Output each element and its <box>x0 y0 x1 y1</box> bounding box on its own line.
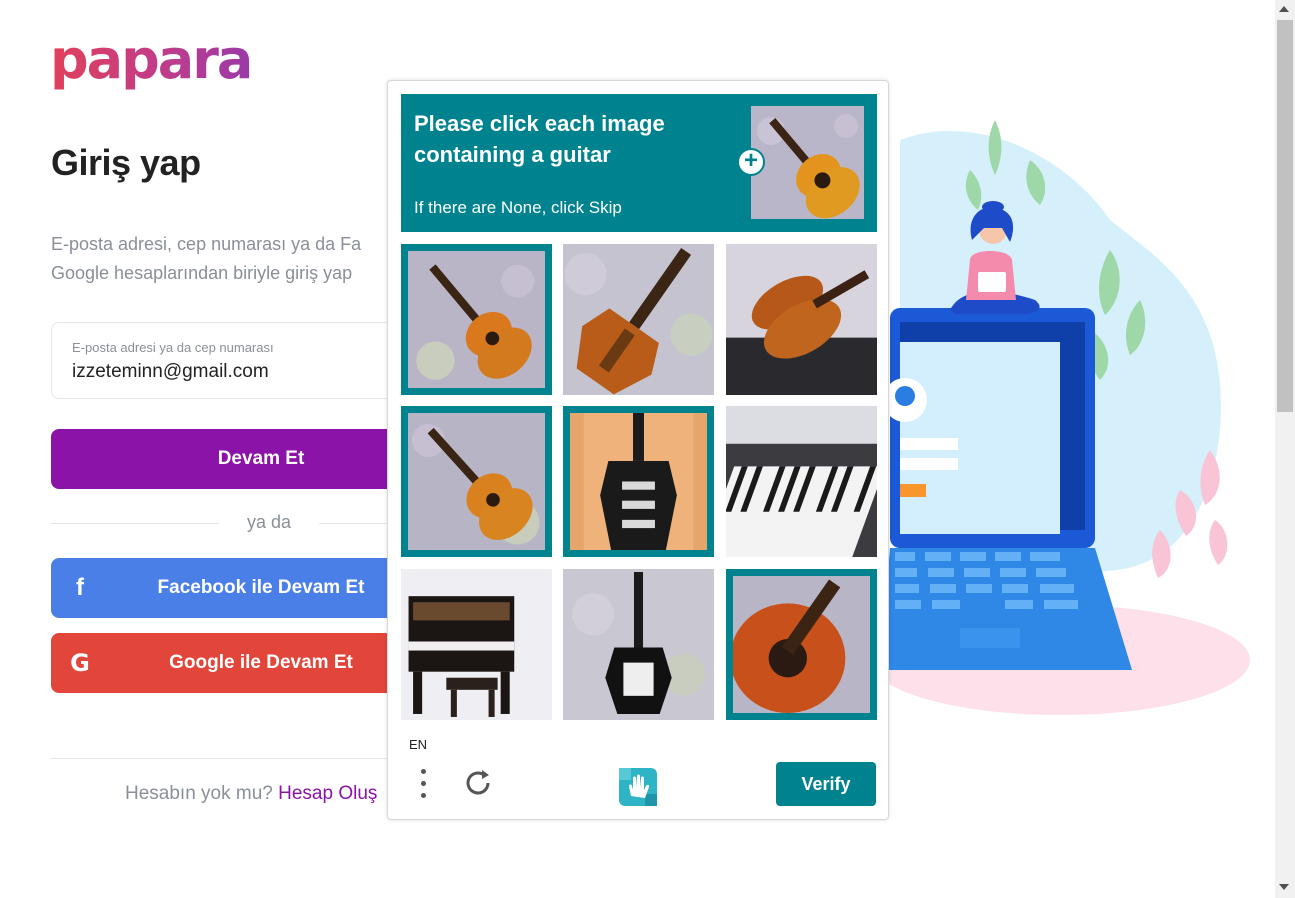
create-account-link[interactable]: Hesap Oluş <box>278 783 377 804</box>
hcaptcha-challenge: Please click each image containing a gui… <box>387 80 889 820</box>
captcha-skip-hint: If there are None, click Skip <box>414 198 622 217</box>
more-options-icon[interactable] <box>418 769 428 805</box>
login-illustration <box>870 120 1250 715</box>
electric-violin-image <box>563 244 714 395</box>
captcha-tile-2[interactable] <box>563 244 714 395</box>
captcha-tile-3[interactable] <box>726 244 877 395</box>
upright-piano-image <box>401 569 552 720</box>
page-title: Giriş yap <box>51 142 201 183</box>
electric-guitar-image <box>563 569 714 720</box>
captcha-tile-5[interactable] <box>563 406 714 557</box>
acoustic-guitar-image <box>408 251 545 388</box>
email-field-label: E-posta adresi ya da cep numarası <box>72 340 274 355</box>
language-selector[interactable]: EN <box>409 737 427 752</box>
facebook-icon: f <box>76 574 84 601</box>
signup-prompt: Hesabın yok mu? Hesap Oluş <box>125 783 377 805</box>
login-intro-text: E-posta adresi, cep numarası ya da Fa Go… <box>51 230 431 288</box>
captcha-prompt-banner: Please click each image containing a gui… <box>401 94 877 232</box>
email-field-value[interactable]: izzeteminn@gmail.com <box>72 361 269 383</box>
scroll-up-icon[interactable] <box>1279 6 1289 12</box>
no-account-text: Hesabın yok mu? <box>125 783 273 804</box>
continue-button-label: Devam Et <box>217 448 305 469</box>
facebook-button-label: Facebook ile Devam Et <box>157 577 365 598</box>
refresh-icon[interactable] <box>462 767 494 799</box>
piano-keys-image <box>726 406 877 557</box>
page-scrollbar[interactable] <box>1275 0 1295 898</box>
papara-logo[interactable]: papara <box>50 28 253 92</box>
intro-line-2: Google hesaplarından biriyle giriş yap <box>51 263 353 283</box>
google-button-label: Google ile Devam Et <box>169 652 353 673</box>
acoustic-guitar-image <box>408 413 545 550</box>
divider-text: ya da <box>246 512 292 532</box>
verify-button[interactable]: Verify <box>776 762 876 806</box>
electric-guitar-image <box>570 413 707 550</box>
captcha-instruction: Please click each image containing a gui… <box>414 111 665 167</box>
captcha-tile-1[interactable] <box>401 244 552 395</box>
captcha-tile-7[interactable] <box>401 569 552 720</box>
captcha-tile-9[interactable] <box>726 569 877 720</box>
captcha-tile-6[interactable] <box>726 406 877 557</box>
scroll-down-icon[interactable] <box>1279 884 1289 890</box>
divider-line-left <box>51 523 219 524</box>
scroll-thumb[interactable] <box>1277 20 1293 412</box>
plus-icon[interactable]: + <box>737 148 765 176</box>
acoustic-guitar-closeup-image <box>733 576 870 713</box>
hcaptcha-logo-icon[interactable] <box>617 766 659 808</box>
captcha-tile-4[interactable] <box>401 406 552 557</box>
intro-line-1: E-posta adresi, cep numarası ya da Fa <box>51 234 362 254</box>
captcha-example-image[interactable] <box>751 106 864 219</box>
captcha-tile-8[interactable] <box>563 569 714 720</box>
google-icon: G <box>70 649 90 677</box>
violin-image <box>726 244 877 395</box>
